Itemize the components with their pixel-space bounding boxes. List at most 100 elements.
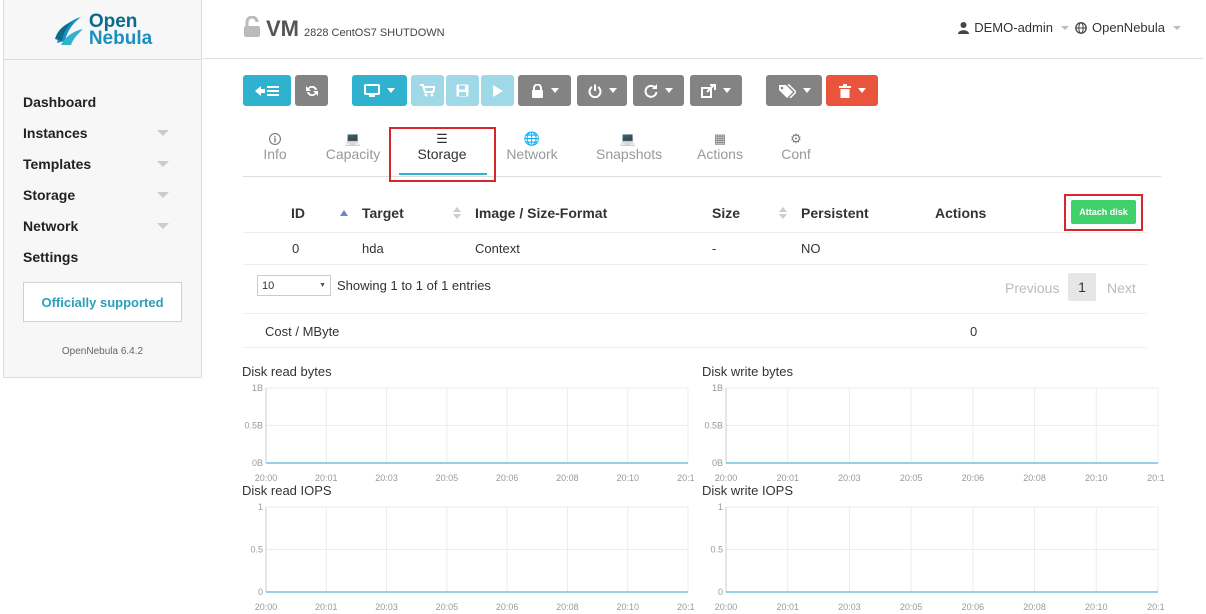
previous-page-button[interactable]: Previous [1005, 280, 1059, 296]
page-size-value: 10 [262, 279, 275, 292]
chevron-down-icon: ▼ [319, 282, 326, 289]
power-button[interactable] [577, 75, 627, 106]
info-icon: 🛈 [268, 132, 282, 147]
x-tick-label: 20:03 [838, 473, 861, 483]
save-button[interactable] [446, 75, 479, 106]
delete-button[interactable] [826, 75, 878, 106]
col-persistent[interactable]: Persistent [801, 193, 869, 232]
sidebar-item-dashboard[interactable]: Dashboard [4, 86, 201, 117]
x-tick-label: 20:01 [315, 602, 338, 612]
tab-network[interactable]: 🌐 Network [504, 131, 560, 162]
back-to-list-button[interactable] [243, 75, 291, 106]
y-tick-label: 1B [712, 383, 723, 393]
attach-disk-highlight [1064, 194, 1143, 231]
col-image[interactable]: Image / Size-Format [475, 193, 607, 232]
tab-capacity[interactable]: 💻 Capacity [325, 131, 381, 162]
vnc-button[interactable] [352, 75, 407, 106]
unlock-icon[interactable] [243, 15, 261, 44]
chevron-down-icon [723, 88, 731, 93]
tab-info[interactable]: 🛈 Info [263, 131, 287, 162]
x-tick-label: 20:00 [715, 602, 738, 612]
x-tick-label: 20:08 [1023, 602, 1046, 612]
refresh-icon [305, 85, 318, 96]
migrate-button[interactable] [690, 75, 742, 106]
chart-plot: 20:00 20:01 20:03 20:05 20:06 20:08 20:10 20:1 1… [704, 383, 1164, 483]
row-size: - [712, 241, 717, 256]
page-1-button[interactable]: 1 [1068, 273, 1096, 301]
zone-menu[interactable]: OpenNebula [1075, 20, 1181, 35]
col-persistent-label: Persistent [801, 204, 869, 221]
chevron-down-icon [157, 222, 169, 229]
sidebar-item-label: Instances [23, 124, 88, 141]
refresh-button[interactable] [295, 75, 328, 106]
col-id[interactable]: ID [291, 193, 305, 232]
deploy-button[interactable] [411, 75, 444, 106]
sidebar-item-network[interactable]: Network [4, 210, 201, 241]
x-tick-label: 20:01 [776, 602, 799, 612]
user-name: DEMO-admin [974, 20, 1053, 35]
y-tick-label: 0.5 [250, 545, 263, 555]
chevron-down-icon [1061, 25, 1069, 30]
reboot-button[interactable] [633, 75, 684, 106]
chevron-down-icon [387, 88, 395, 93]
x-tick-label: 20:11 [1147, 602, 1164, 612]
x-tick-label: 20:03 [375, 473, 398, 483]
x-tick-label: 20:00 [255, 602, 278, 612]
logo-text-line1: Open [88, 10, 138, 32]
x-tick-label: 20:06 [496, 473, 519, 483]
tab-label: Snapshots [596, 146, 663, 162]
col-image-label: Image / Size-Format [475, 204, 608, 221]
play-button[interactable] [481, 75, 514, 106]
sort-icon [453, 193, 461, 232]
cost-label: Cost / MByte [265, 323, 340, 339]
tab-conf[interactable]: ⚙ Conf [780, 131, 812, 162]
laptop-icon: 💻 [619, 131, 637, 146]
x-tick-label: 20:10 [1085, 473, 1108, 483]
y-tick-label: 0 [258, 587, 263, 597]
x-tick-label: 20:00 [255, 473, 278, 483]
lock-button[interactable] [518, 75, 571, 106]
chevron-down-icon [157, 129, 169, 136]
officially-supported-link[interactable]: Officially supported [23, 282, 182, 322]
chart-disk-read-iops: Disk read IOPS 20:00 20:01 20:03 20:05 20:06… [242, 483, 702, 612]
row-image: Context [475, 241, 520, 256]
back-list-icon [255, 85, 279, 96]
sidebar-item-settings[interactable]: Settings [4, 241, 201, 272]
user-menu[interactable]: DEMO-admin [958, 20, 1069, 35]
col-size[interactable]: Size [712, 193, 740, 232]
tab-label: Capacity [325, 146, 381, 162]
x-tick-label: 20:11 [677, 602, 694, 612]
page-size-select[interactable]: 10 ▼ [257, 275, 331, 296]
col-target[interactable]: Target [362, 193, 404, 232]
sidebar-item-storage[interactable]: Storage [4, 179, 201, 210]
entries-info: Showing 1 to 1 of 1 entries [337, 278, 491, 293]
sidebar-item-label: Settings [23, 248, 79, 265]
tab-actions[interactable]: ▦ Actions [697, 131, 743, 162]
y-tick-label: 0 [718, 587, 723, 597]
table-header: ID Target Image / Size-Format Size Persi… [243, 193, 1147, 233]
x-tick-label: 20:08 [1023, 473, 1046, 483]
x-tick-label: 20:06 [496, 602, 519, 612]
tab-snapshots[interactable]: 💻 Snapshots [596, 131, 663, 162]
y-tick-label: 1 [258, 502, 263, 512]
y-tick-label: 0B [252, 458, 263, 468]
y-tick-label: 0.5B [244, 421, 263, 431]
laptop-icon: 💻 [344, 131, 362, 146]
opennebula-logo[interactable]: Open Nebula [4, 0, 201, 60]
chevron-down-icon [1173, 25, 1181, 30]
gear-icon: ⚙ [790, 131, 802, 146]
sidebar-item-instances[interactable]: Instances [4, 117, 201, 148]
tab-label: Conf [781, 146, 811, 162]
chart-title: Disk read bytes [242, 364, 332, 379]
y-tick-label: 0.5B [704, 421, 723, 431]
sidebar-item-templates[interactable]: Templates [4, 148, 201, 179]
labels-button[interactable] [766, 75, 822, 106]
save-icon [456, 84, 469, 97]
share-icon [701, 83, 716, 98]
row-persistent: NO [801, 241, 821, 256]
page-title: VM 2828 CentOS7 SHUTDOWN [243, 14, 445, 42]
vm-tabs: 🛈 Info 💻 Capacity ☰ Storage 🌐 Network 💻 Snaps… [243, 127, 1161, 177]
chart-title: Disk read IOPS [242, 483, 332, 498]
table-row[interactable]: 0 hda Context - NO [243, 233, 1147, 265]
next-page-button[interactable]: Next [1107, 280, 1136, 296]
